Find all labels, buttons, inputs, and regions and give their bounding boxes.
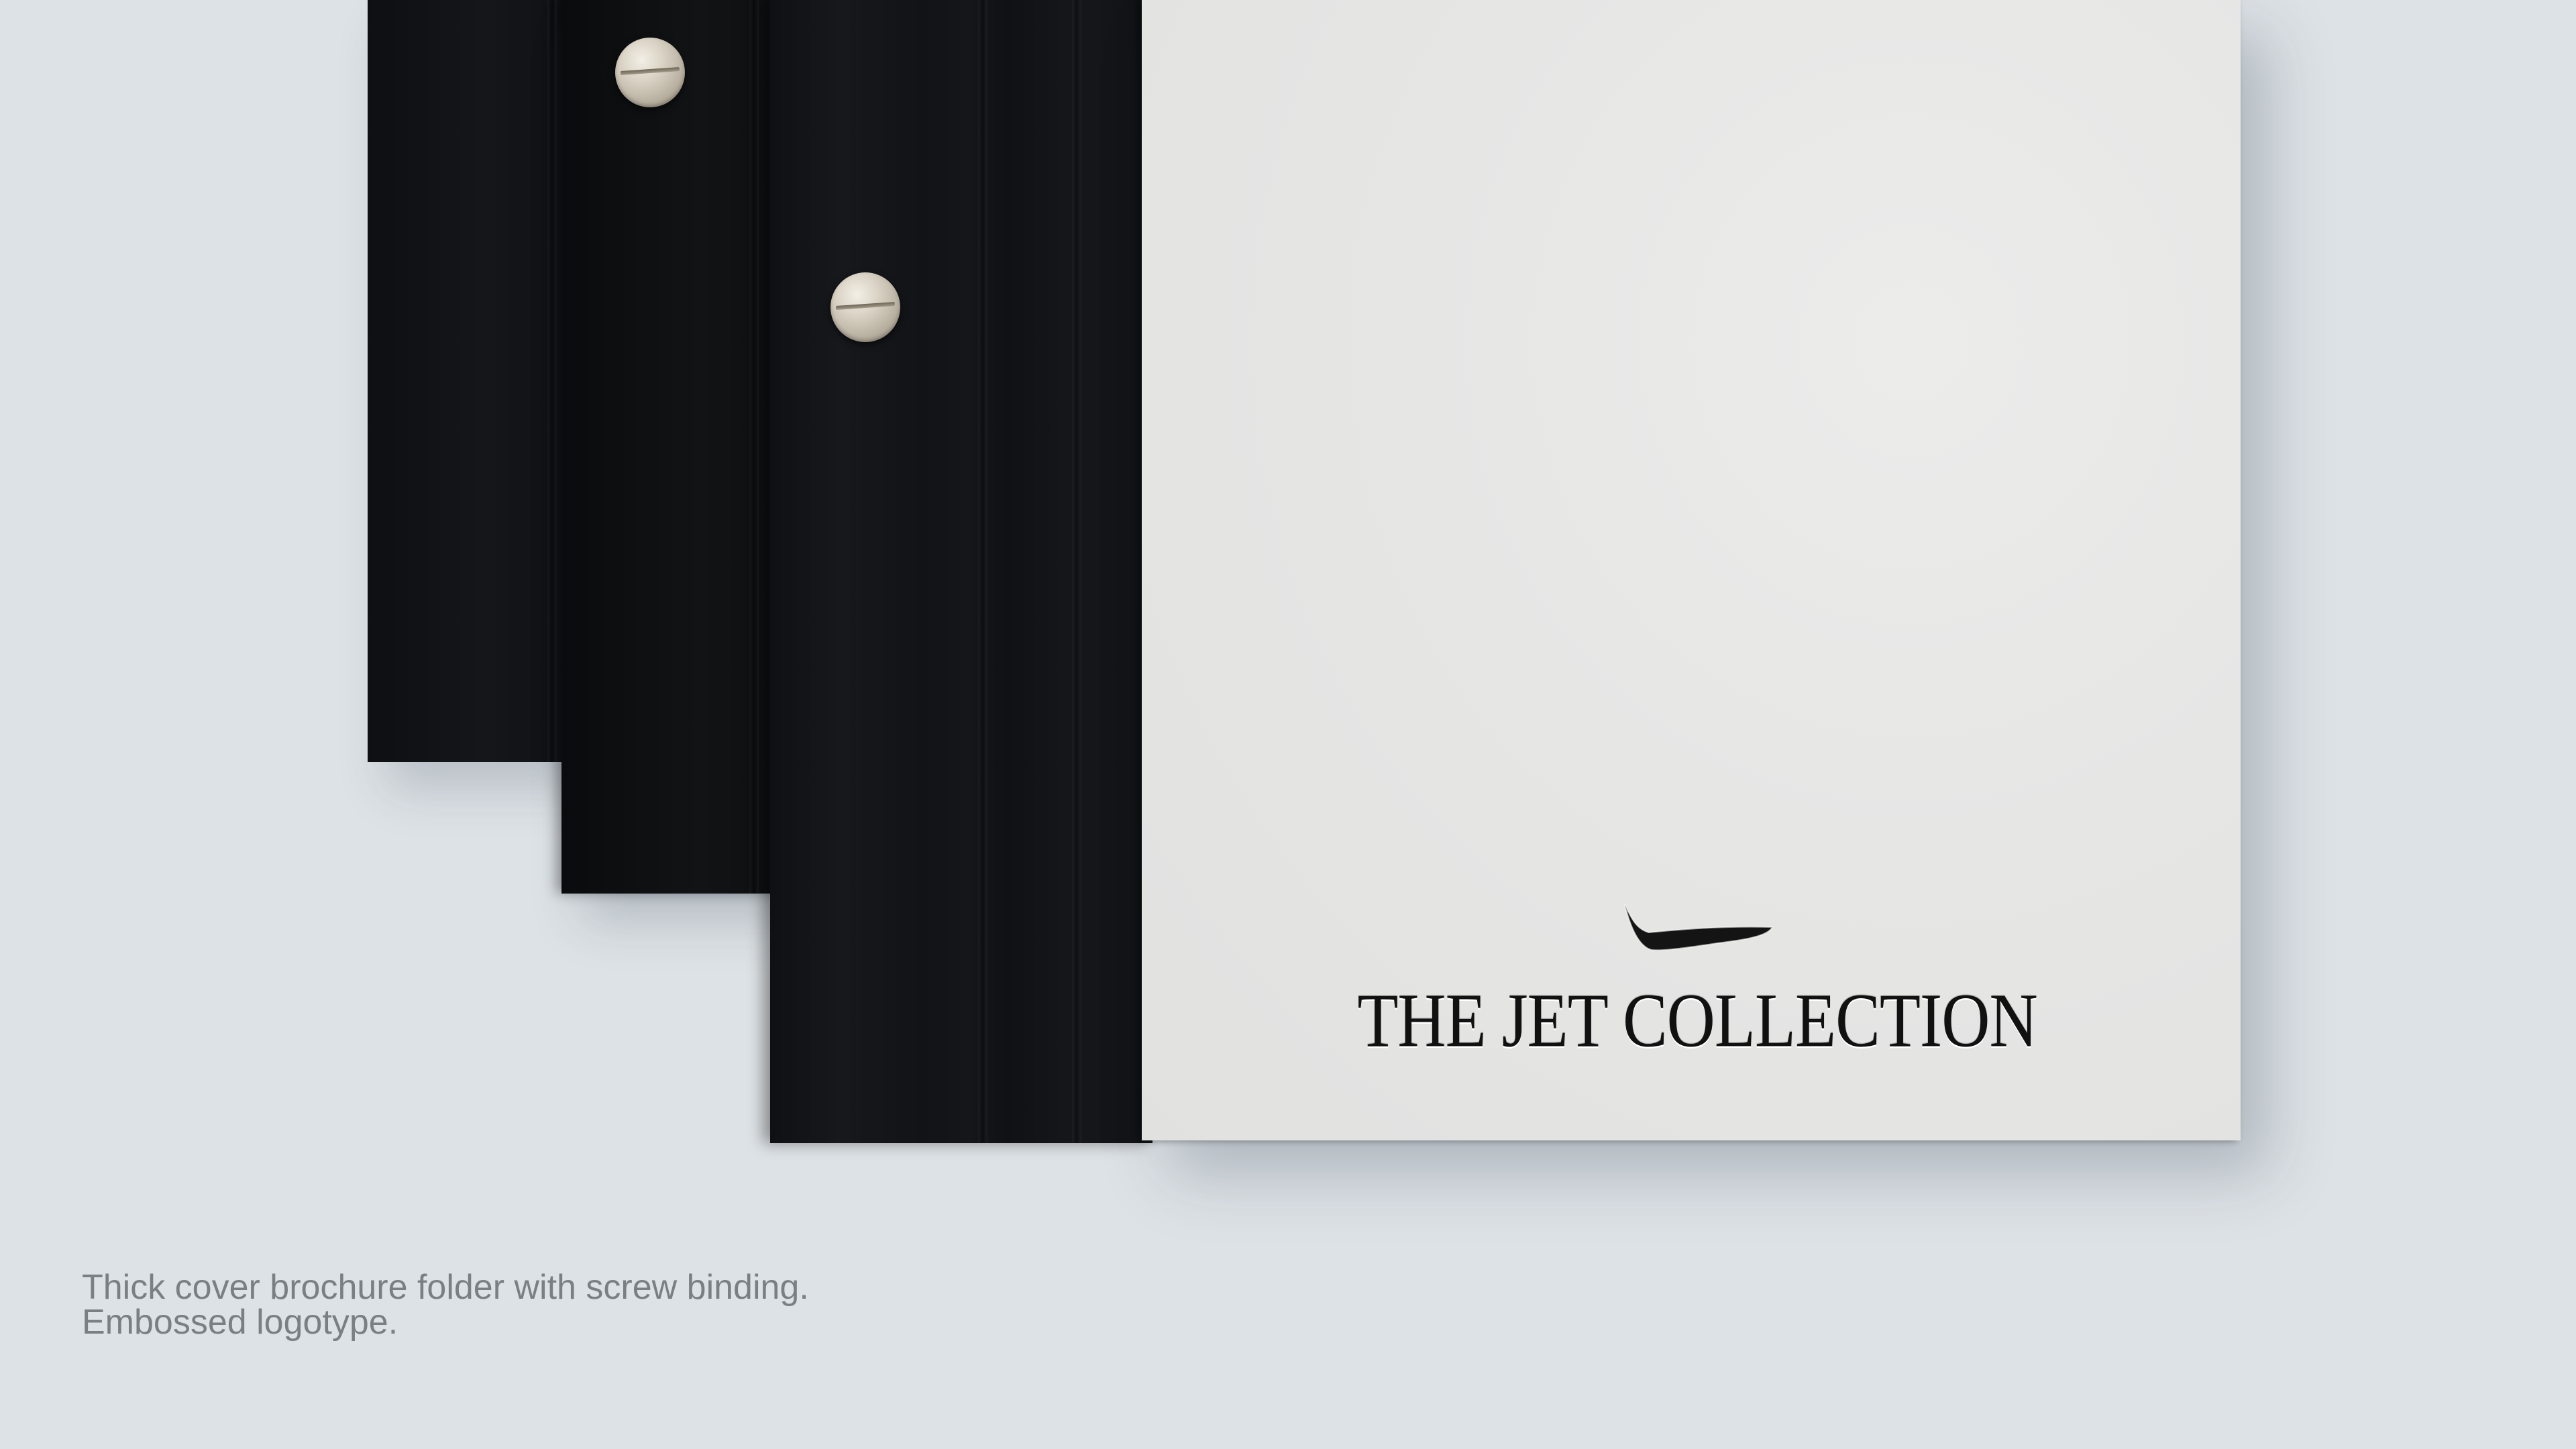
brochure-cover <box>1142 0 2241 1140</box>
screw-icon <box>615 38 685 107</box>
spine-groove <box>749 0 759 894</box>
caption-line-1: Thick cover brochure folder with screw b… <box>82 1268 809 1307</box>
caption-line-2: Embossed logotype. <box>82 1303 398 1342</box>
screw-icon <box>830 272 900 342</box>
embossed-logotype: THE JET COLLECTION <box>1357 977 2037 1063</box>
spine-groove <box>547 0 557 762</box>
caption: Thick cover brochure folder with screw b… <box>82 1270 809 1340</box>
jet-swoosh-icon <box>1624 904 1774 951</box>
mockup-scene: THE JET COLLECTION Thick cover brochure … <box>0 0 2576 1449</box>
spine-groove <box>978 0 987 1143</box>
folder-front-spine <box>770 0 1152 1143</box>
spine-groove <box>1072 0 1081 1143</box>
